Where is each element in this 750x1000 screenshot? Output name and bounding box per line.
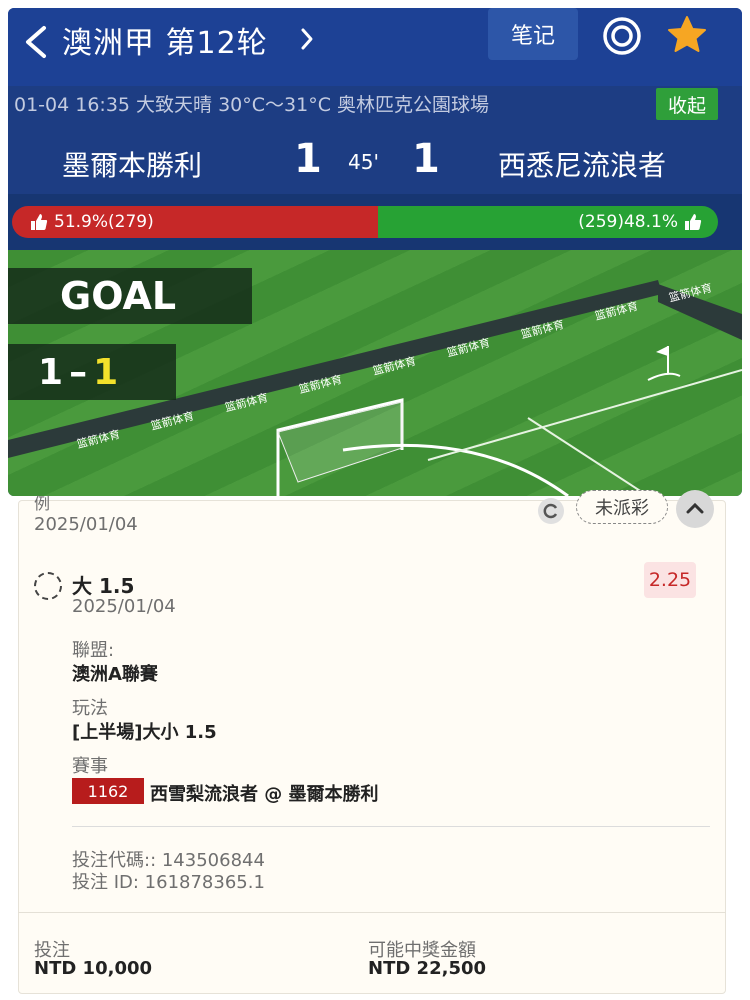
vote-away-label: (259)48.1%	[578, 212, 678, 232]
goal-score-dash: –	[69, 351, 88, 393]
league-value: 澳洲A聯賽	[72, 664, 158, 685]
pitch-animation: 篮箭体育 篮箭体育 篮箭体育 篮箭体育 篮箭体育 篮箭体育 篮箭体育 篮箭体育 篮箭体育 GOA…	[8, 250, 742, 496]
odds-badge: 2.25	[644, 562, 696, 598]
home-team: 墨爾本勝利	[62, 149, 203, 182]
goal-score-right: 1	[93, 351, 119, 393]
away-team: 西悉尼流浪者	[498, 149, 667, 182]
match-info: 01-04 16:35 大致天晴 30°C～31°C 奥林匹克公園球場	[14, 94, 490, 116]
vote-bar: 51.9%(279) (259)48.1%	[12, 206, 718, 238]
target-icon[interactable]	[602, 16, 642, 56]
goal-score: 1 – 1	[8, 344, 176, 400]
divider	[18, 912, 726, 913]
goal-score-left: 1	[38, 351, 64, 393]
nav-bar: 澳洲甲 第12轮 笔记	[8, 8, 742, 86]
star-icon[interactable]	[666, 14, 708, 56]
collapse-toggle[interactable]	[676, 490, 714, 528]
vote-section: 51.9%(279) (259)48.1%	[8, 194, 742, 250]
corner-flag-icon	[656, 346, 668, 356]
top-date: 2025/01/04	[34, 514, 138, 535]
chevron-up-icon	[686, 502, 704, 514]
back-arrow-icon[interactable]	[18, 22, 54, 62]
note-button[interactable]: 笔记	[488, 8, 578, 60]
thumbs-up-icon	[31, 214, 48, 230]
goal-banner: GOAL	[8, 268, 252, 324]
home-score: 1	[294, 136, 322, 182]
selection: 大 1.5	[72, 574, 135, 598]
refresh-icon[interactable]	[536, 496, 566, 526]
bet-id: 投注 ID: 161878365.1	[72, 872, 265, 893]
league-label: 聯盟:	[72, 640, 115, 661]
thumbs-up-icon	[685, 214, 702, 230]
divider	[72, 826, 710, 827]
cut-label: 例	[34, 494, 51, 513]
scoreboard: 墨爾本勝利 1 45' 1 西悉尼流浪者	[8, 134, 742, 196]
collapse-button[interactable]: 收起	[656, 88, 718, 120]
away-score: 1	[412, 136, 440, 182]
match-minute: 45'	[348, 150, 379, 174]
chevron-right-icon[interactable]	[298, 26, 316, 52]
selection-date: 2025/01/04	[72, 596, 176, 617]
match-panel: 澳洲甲 第12轮 笔记 01-04 16:35 大致天晴 30°C～31°C 奥…	[8, 8, 742, 496]
event-value: 西雪梨流浪者 @ 墨爾本勝利	[150, 784, 379, 805]
play-label: 玩法	[72, 698, 108, 719]
play-value: [上半場]大小 1.5	[72, 722, 217, 743]
stake-value: NTD 10,000	[34, 958, 153, 979]
payout-value: NTD 22,500	[368, 958, 487, 979]
vote-home-label: 51.9%(279)	[54, 212, 154, 232]
event-label: 賽事	[72, 756, 108, 777]
select-radio[interactable]	[34, 572, 62, 600]
vote-away[interactable]: (259)48.1%	[378, 206, 718, 238]
event-code: 1162	[72, 778, 144, 804]
status-badge: 未派彩	[576, 490, 668, 524]
vote-home[interactable]: 51.9%(279)	[12, 206, 379, 238]
league-title[interactable]: 澳洲甲 第12轮	[62, 18, 268, 62]
